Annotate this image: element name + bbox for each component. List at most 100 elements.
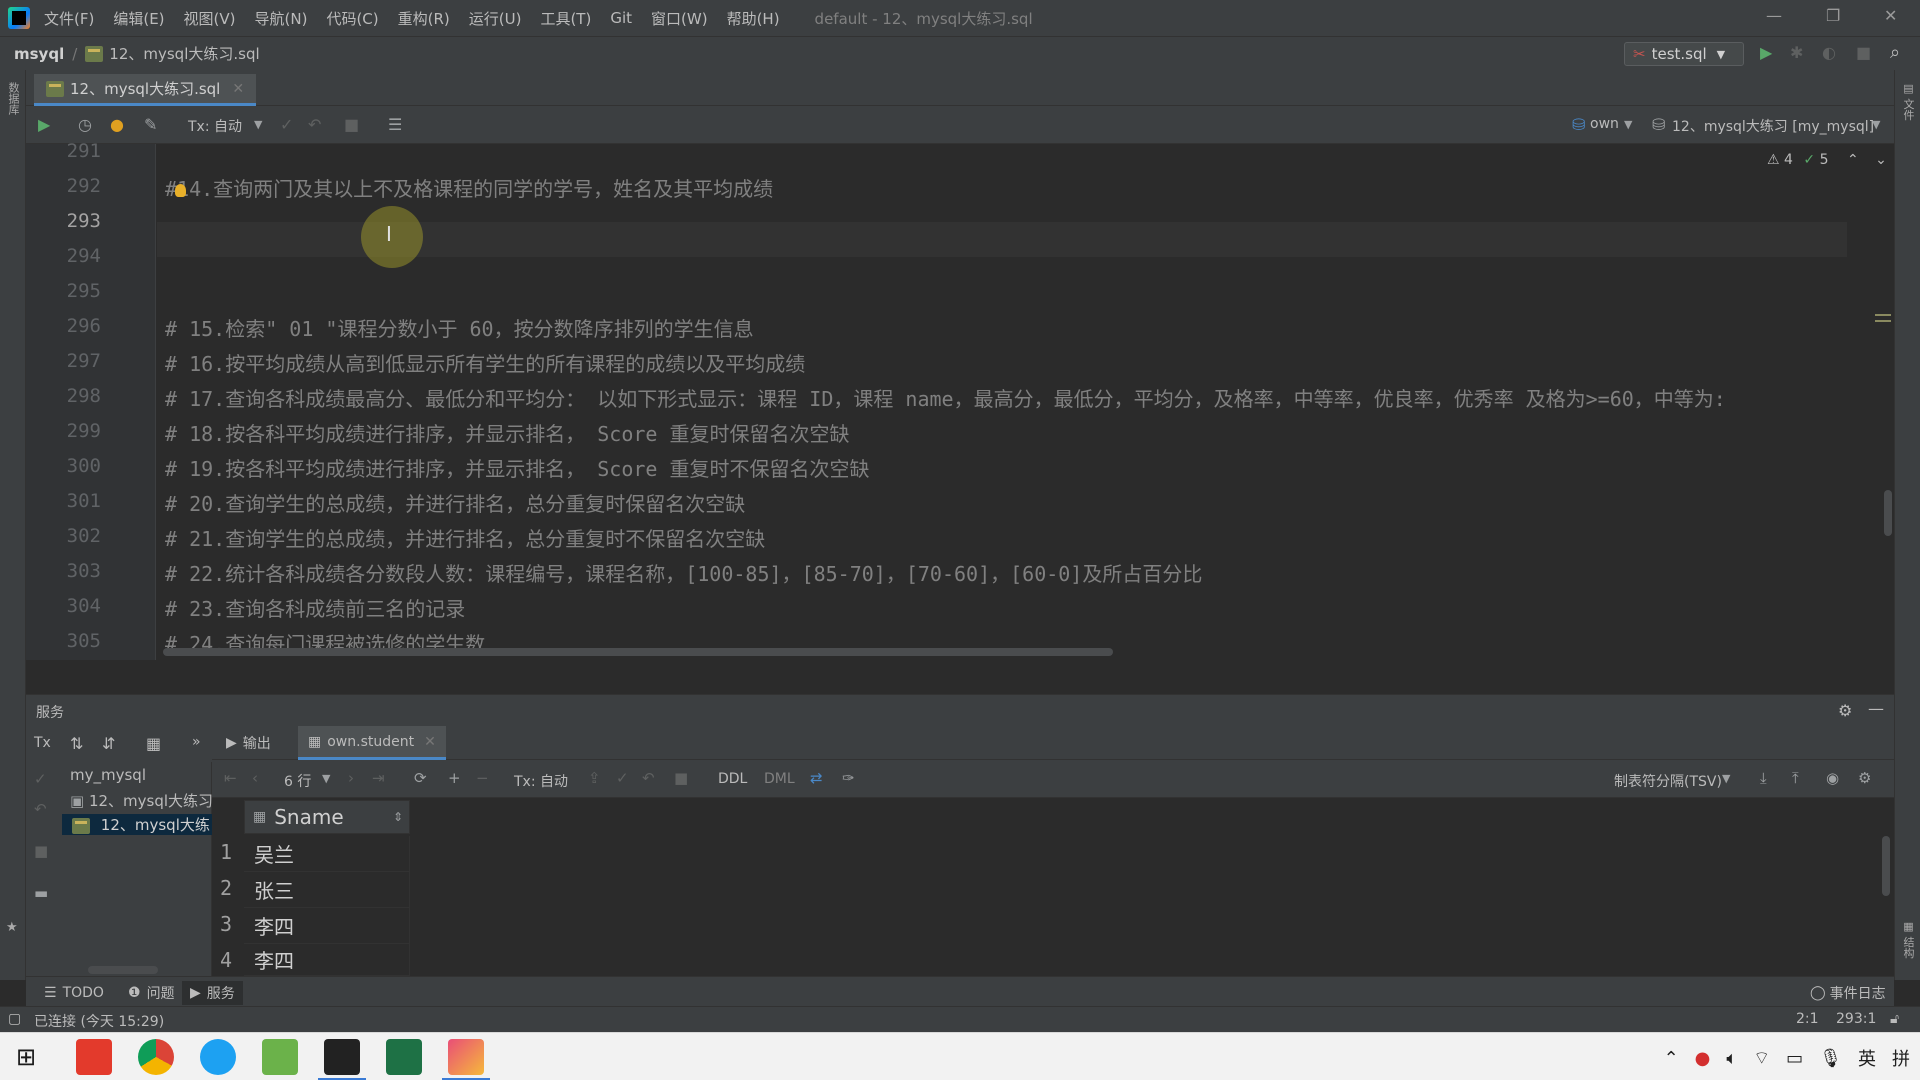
tree-horizontal-scrollbar[interactable] <box>88 966 158 974</box>
row-count-selector[interactable]: 6 行 <box>284 771 311 791</box>
volume-icon[interactable]: 🔈︎ <box>1726 1048 1737 1069</box>
expand-all-icon[interactable]: ⇅ <box>70 734 83 753</box>
tab-problems[interactable]: ❶ 问题 <box>120 981 183 1005</box>
previous-page-icon[interactable]: ‹ <box>252 769 258 787</box>
commit-icon[interactable]: ✓ <box>616 769 629 787</box>
menu-navigate[interactable]: 导航(N) <box>255 8 308 29</box>
tx-icon[interactable]: Tx <box>34 735 51 751</box>
battery-icon[interactable]: ▭ <box>1786 1048 1803 1069</box>
menu-window[interactable]: 窗口(W) <box>651 8 708 29</box>
delete-row-icon[interactable]: − <box>476 769 489 787</box>
app-icon-g[interactable] <box>76 1039 112 1075</box>
tab-services[interactable]: ▶ 服务 <box>182 981 243 1005</box>
table-cell[interactable]: 张三 <box>244 872 410 908</box>
rollback-icon[interactable]: ↶ <box>308 115 321 134</box>
chevron-up-icon[interactable]: ⌃ <box>1664 1048 1679 1069</box>
more-icon[interactable]: » <box>192 734 201 750</box>
favorites-star-icon[interactable]: ★ <box>6 920 18 935</box>
menu-edit[interactable]: 编辑(E) <box>113 8 164 29</box>
lock-icon[interactable]: 🔓︎ <box>1890 1011 1899 1027</box>
database-tool-button[interactable]: 数据库 <box>5 82 21 115</box>
menu-code[interactable]: 代码(C) <box>326 8 378 29</box>
datagrip-taskbar-icon[interactable] <box>318 1039 366 1080</box>
menu-git[interactable]: Git <box>610 9 632 27</box>
results-tx-mode-selector[interactable]: Tx: 自动 <box>514 771 568 791</box>
close-window-icon[interactable]: ✕ <box>1884 6 1897 25</box>
menu-refactor[interactable]: 重构(R) <box>398 8 450 29</box>
refresh-icon[interactable]: ⟳ <box>414 769 427 787</box>
coverage-icon[interactable]: ◐ <box>1822 43 1836 62</box>
chrome-icon[interactable] <box>138 1039 174 1075</box>
keyboard-layout-indicator[interactable]: 拼 <box>1892 1045 1910 1071</box>
group-icon[interactable]: ▦ <box>146 734 161 753</box>
menu-file[interactable]: 文件(F) <box>44 8 94 29</box>
pin-icon[interactable]: ✑ <box>842 769 855 787</box>
vertical-scrollbar[interactable] <box>1884 490 1892 536</box>
tree-item-console[interactable]: 12、mysql大练 <box>62 814 212 835</box>
view-icon[interactable]: ◉ <box>1826 769 1839 787</box>
stop-icon[interactable]: ■ <box>344 115 359 134</box>
chevron-down-icon[interactable]: ⌄ <box>1875 152 1887 168</box>
minimize-icon[interactable]: — <box>1766 6 1782 25</box>
run-icon[interactable]: ▶ <box>1760 43 1772 62</box>
layout-icon[interactable]: ▬ <box>34 884 48 902</box>
grid-vertical-scrollbar[interactable] <box>1882 836 1890 896</box>
rollback-icon[interactable]: ↶ <box>34 800 47 818</box>
last-page-icon[interactable]: ⇥ <box>372 769 385 787</box>
browser-icon[interactable] <box>200 1039 236 1075</box>
tx-mode-selector[interactable]: Tx: 自动 <box>188 116 242 136</box>
compare-icon[interactable]: ⇄ <box>810 769 823 787</box>
menu-help[interactable]: 帮助(H) <box>727 8 780 29</box>
results-layout-icon[interactable]: ☰ <box>388 115 402 134</box>
menu-view[interactable]: 视图(V) <box>184 8 236 29</box>
menu-tools[interactable]: 工具(T) <box>540 8 591 29</box>
wifi-icon[interactable]: ⌔ <box>1753 1047 1770 1070</box>
table-cell[interactable]: 李四 <box>244 944 410 976</box>
inspection-widget[interactable]: ⚠ 4 ✓ 5 ⌃ ⌄ <box>1767 152 1887 168</box>
debug-icon[interactable]: ✱ <box>1790 43 1803 62</box>
add-row-icon[interactable]: + <box>448 769 461 787</box>
stop-icon[interactable]: ■ <box>674 769 688 787</box>
execute-icon[interactable]: ▶ <box>38 115 50 134</box>
export-format-selector[interactable]: 制表符分隔(TSV) <box>1614 771 1722 791</box>
ime-indicator[interactable]: 英 <box>1858 1045 1876 1071</box>
app-icon-green[interactable] <box>262 1039 298 1075</box>
editor-tab-active[interactable]: 12、mysql大练习.sql ✕ <box>34 74 257 106</box>
menu-run[interactable]: 运行(U) <box>469 8 522 29</box>
collapse-all-icon[interactable]: ⇵ <box>102 734 115 753</box>
download-icon[interactable]: ⤓ <box>1760 769 1767 787</box>
table-cell[interactable]: 吴兰 <box>244 836 410 872</box>
sql-editor[interactable]: #14.查询两门及其以上不及格课程的同学的学号，姓名及其平均成绩 # 15.检索… <box>157 144 1894 660</box>
tab-result-table[interactable]: ▦ own.student ✕ <box>298 726 446 760</box>
tab-todo[interactable]: ☰ TODO <box>36 981 112 1005</box>
close-tab-icon[interactable]: ✕ <box>232 81 244 97</box>
sort-icon[interactable]: ⇕ <box>393 810 403 824</box>
submit-icon[interactable]: ⇪ <box>588 769 601 787</box>
datasource-selector[interactable]: 12、mysql大练习 [my_mysql] <box>1672 116 1874 136</box>
commit-icon[interactable]: ✓ <box>34 770 47 788</box>
rollback-icon[interactable]: ↶ <box>642 769 655 787</box>
breadcrumb-project[interactable]: msyql <box>14 45 64 63</box>
upload-icon[interactable]: ⤒ <box>1792 769 1799 787</box>
excel-icon[interactable] <box>386 1039 422 1075</box>
history-icon[interactable]: ◷ <box>78 115 92 134</box>
gear-icon[interactable]: ⚙ <box>1838 701 1852 720</box>
windows-start-icon[interactable]: ⊞ <box>16 1043 36 1071</box>
caret-position[interactable]: 293:1 <box>1836 1011 1876 1027</box>
commit-icon[interactable]: ✓ <box>280 115 293 134</box>
tree-item-datasource[interactable]: my_mysql <box>70 766 146 784</box>
tab-output[interactable]: ▶ 输出 <box>216 726 281 760</box>
file-tool-button[interactable]: ▤ 文件 <box>1900 82 1916 121</box>
close-tab-icon[interactable]: ✕ <box>424 734 436 750</box>
breadcrumb-file[interactable]: 12、mysql大练习.sql <box>109 43 259 64</box>
record-icon[interactable]: ● <box>1695 1048 1711 1069</box>
chevron-up-icon[interactable]: ⌃ <box>1847 152 1859 168</box>
table-cell[interactable]: 李四 <box>244 908 410 944</box>
selection-position[interactable]: 2:1 <box>1796 1011 1819 1027</box>
intention-bulb-icon[interactable] <box>175 184 186 197</box>
microphone-icon[interactable]: 🎙︎ <box>1819 1048 1842 1069</box>
paint-icon[interactable] <box>442 1039 490 1080</box>
next-page-icon[interactable]: › <box>348 769 354 787</box>
schema-selector[interactable]: own <box>1590 116 1619 132</box>
stop-icon[interactable]: ■ <box>34 842 48 860</box>
